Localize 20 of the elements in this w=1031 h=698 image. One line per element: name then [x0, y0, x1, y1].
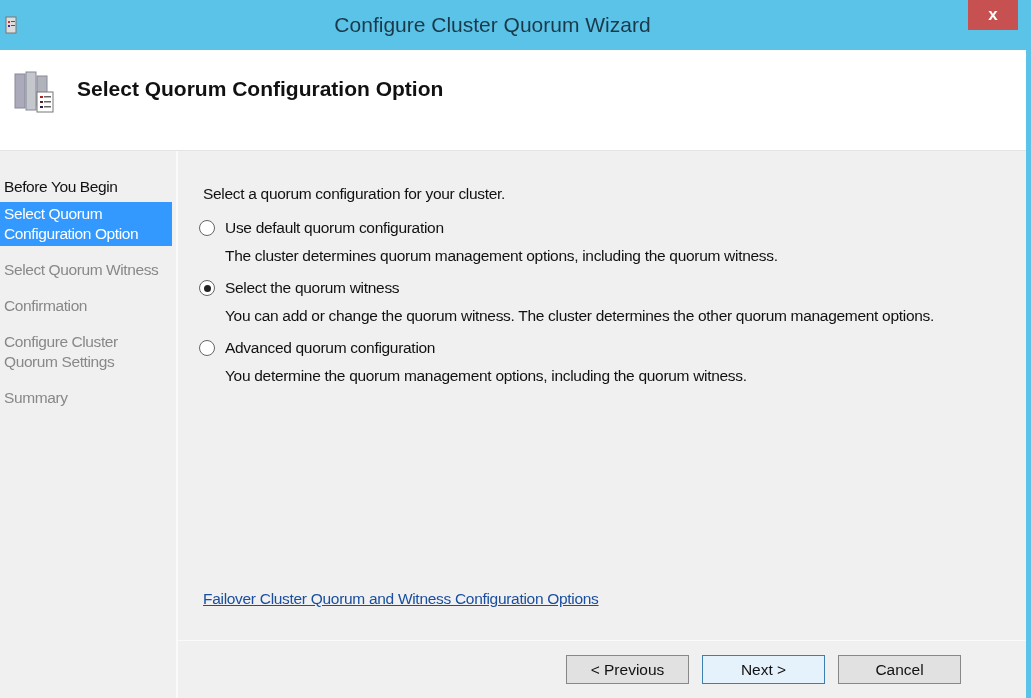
option-label[interactable]: Use default quorum configuration [225, 219, 444, 237]
option-label[interactable]: Advanced quorum configuration [225, 339, 436, 357]
help-link[interactable]: Failover Cluster Quorum and Witness Configuration Options [203, 590, 599, 608]
option-description: The cluster determines quorum management options, including the quorum witness. [225, 247, 779, 265]
radio-button[interactable] [199, 220, 215, 236]
option-label[interactable]: Select the quorum witness [225, 279, 400, 297]
option-description: You determine the quorum management options, including the quorum witness. [225, 367, 748, 385]
server-list-icon [13, 70, 55, 114]
window-title: Configure Cluster Quorum Wizard [333, 13, 652, 37]
option-description: You can add or change the quorum witness. The cluster determines the other quorum management options. [225, 307, 935, 325]
cluster-icon [5, 16, 17, 34]
wizard-button[interactable]: Next > [702, 655, 825, 684]
wizard-button[interactable]: Cancel [838, 655, 961, 684]
radio-button[interactable] [199, 340, 215, 356]
radio-button[interactable] [199, 280, 215, 296]
page-heading: Select Quorum Configuration Option [77, 77, 444, 101]
step-item[interactable]: Before You Begin [0, 175, 172, 199]
instruction-text: Select a quorum configuration for your cluster. [203, 185, 507, 203]
wizard-button[interactable]: < Previous [566, 655, 689, 684]
close-button[interactable]: x [968, 0, 1018, 30]
